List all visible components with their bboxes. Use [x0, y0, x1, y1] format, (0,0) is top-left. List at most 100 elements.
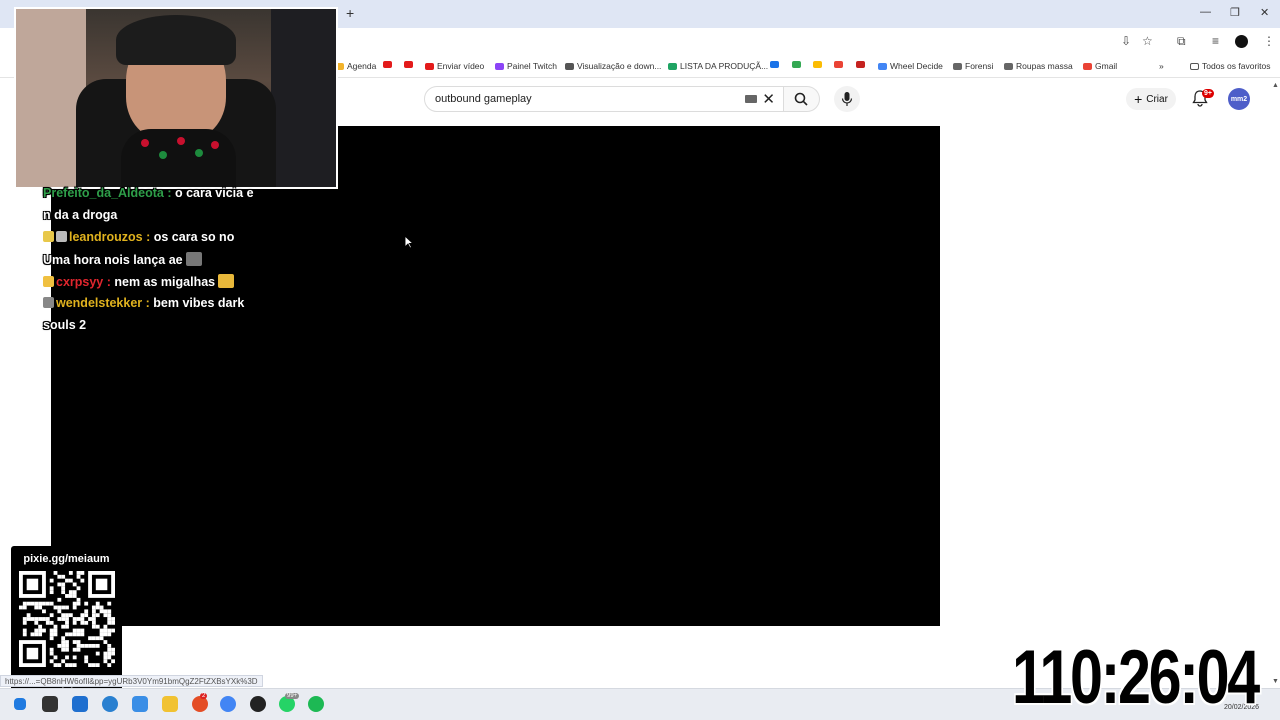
chat-message: cxrpsyy : nem as migalhas: [43, 274, 235, 289]
chat-message: wendelstekker : bem vibes dark: [43, 296, 244, 310]
bookmark-favicon-icon: [813, 61, 822, 68]
whatsapp-badge: 99+: [285, 693, 300, 699]
stream-timer: 110:26:04: [1012, 635, 1260, 720]
spotify-icon[interactable]: [308, 696, 324, 712]
qr-code-icon: [19, 571, 115, 667]
minimize-button[interactable]: —: [1200, 6, 1211, 18]
bookmark-item[interactable]: Forensi: [953, 61, 993, 71]
screen: + — ❐ ✕ ⇩ ☆ ⧉ ≡ ⋮ Agenda Enviar vídeo Pain…: [0, 0, 1280, 720]
webcam-shirt: [121, 129, 236, 187]
chat-separator: :: [142, 296, 150, 310]
bookmark-item[interactable]: [834, 61, 843, 68]
bookmarks-overflow[interactable]: »: [1159, 61, 1164, 71]
all-bookmarks-label: Todos os favoritos: [1202, 61, 1271, 71]
outlook-icon[interactable]: [132, 696, 148, 712]
chat-separator: :: [163, 186, 172, 200]
search-icon: [794, 92, 808, 106]
folder-icon: [1190, 62, 1199, 70]
menu-icon[interactable]: ⋮: [1263, 34, 1275, 48]
bookmark-favicon-icon: [404, 61, 413, 68]
new-tab-button[interactable]: +: [346, 5, 354, 21]
scroll-down-arrow[interactable]: ▼: [1272, 678, 1279, 685]
chat-badge-icon: [43, 297, 54, 308]
bookmark-item[interactable]: LISTA DA PRODUÇÃ...: [668, 61, 768, 71]
bookmark-label: Agenda: [347, 61, 377, 71]
bookmark-favicon-icon: [834, 61, 843, 68]
search-taskbar-icon[interactable]: [42, 696, 58, 712]
start-icon[interactable]: [14, 698, 26, 710]
bookmark-item[interactable]: Agenda: [335, 61, 376, 71]
chat-username: cxrpsyy: [56, 275, 104, 289]
chrome-icon[interactable]: [220, 696, 236, 712]
chat-separator: :: [103, 275, 111, 289]
install-app-icon[interactable]: ⇩: [1121, 34, 1131, 48]
chat-text: bem vibes dark: [149, 296, 245, 310]
search-input[interactable]: outbound gameplay ✕: [424, 86, 784, 112]
bookmark-item[interactable]: Enviar vídeo: [425, 61, 484, 71]
bookmark-item[interactable]: Visualização e down...: [565, 61, 661, 71]
account-avatar[interactable]: mm2: [1228, 88, 1250, 110]
clear-search-icon[interactable]: ✕: [762, 90, 775, 108]
bookmark-item[interactable]: Roupas massa: [1004, 61, 1073, 71]
bookmark-label: LISTA DA PRODUÇÃ...: [680, 61, 769, 71]
shirt-pattern: [211, 141, 219, 149]
chat-text: n da a droga: [43, 208, 118, 222]
search-query: outbound gameplay: [435, 93, 532, 105]
bookmark-star-icon[interactable]: ☆: [1142, 34, 1153, 48]
bookmark-item[interactable]: [404, 61, 413, 68]
bookmark-item[interactable]: Wheel Decide: [878, 61, 943, 71]
bookmark-favicon-icon: [878, 62, 887, 70]
chat-emote-icon: [185, 252, 202, 266]
bookmark-item[interactable]: Painel Twitch: [495, 61, 557, 71]
chat-username: wendelstekker: [56, 296, 143, 310]
shirt-pattern: [177, 137, 185, 145]
bookmark-favicon-icon: [425, 62, 434, 70]
bookmark-label: Enviar vídeo: [437, 61, 485, 71]
bookmark-favicon-icon: [1004, 62, 1013, 70]
search-button[interactable]: [784, 86, 820, 112]
chat-text: o cara vicia e: [171, 186, 254, 200]
bookmark-label: Forensi: [965, 61, 994, 71]
bookmark-item[interactable]: [856, 61, 865, 68]
chat-badge-icon: [43, 276, 54, 287]
all-bookmarks-folder[interactable]: Todos os favoritos: [1190, 61, 1271, 71]
bookmark-label: Gmail: [1095, 61, 1118, 71]
create-label: Criar: [1146, 93, 1168, 105]
scroll-up-arrow[interactable]: ▲: [1272, 82, 1279, 89]
bookmark-item[interactable]: [770, 61, 779, 68]
bookmark-item[interactable]: [792, 61, 801, 68]
taskview-icon[interactable]: [72, 696, 88, 712]
restore-button[interactable]: ❐: [1230, 6, 1240, 19]
voice-search-button[interactable]: [834, 86, 860, 112]
bookmark-item[interactable]: Gmail: [1083, 61, 1117, 71]
media-controls-icon[interactable]: ≡: [1212, 34, 1219, 48]
shirt-pattern: [159, 151, 167, 159]
status-url: https://...=QB8nHW6ofIl&pp=ygURb3V0Ym91b…: [0, 675, 263, 687]
webcam-headphones: [116, 15, 236, 65]
bookmark-favicon-icon: [856, 61, 865, 68]
profile-icon[interactable]: [1235, 35, 1248, 48]
bookmark-label: Painel Twitch: [507, 61, 557, 71]
chat-message: souls 2: [43, 318, 86, 332]
microphone-icon: [841, 92, 853, 106]
chat-badge-icon: [56, 231, 67, 242]
bookmark-favicon-icon: [565, 62, 574, 70]
bookmark-favicon-icon: [770, 61, 779, 68]
notifications-count-badge: 9+: [1202, 89, 1214, 98]
mouse-cursor-icon: [404, 235, 414, 249]
edge-icon[interactable]: [102, 696, 118, 712]
chat-emote-icon: [218, 274, 235, 288]
bookmark-item[interactable]: [383, 61, 392, 68]
obs-icon[interactable]: [250, 696, 266, 712]
bookmark-favicon-icon: [668, 62, 677, 70]
qr-url: pixie.gg/meiaum: [23, 553, 110, 565]
keyboard-icon[interactable]: [745, 95, 757, 103]
video-player[interactable]: [51, 126, 940, 626]
file-explorer-icon[interactable]: [162, 696, 178, 712]
extensions-icon[interactable]: ⧉: [1177, 34, 1186, 49]
chat-badge-icon: [43, 231, 54, 242]
bookmark-item[interactable]: [813, 61, 822, 68]
close-window-button[interactable]: ✕: [1260, 6, 1269, 19]
create-button[interactable]: + Criar: [1126, 88, 1176, 110]
chat-message: Uma hora nois lança ae: [43, 252, 202, 267]
